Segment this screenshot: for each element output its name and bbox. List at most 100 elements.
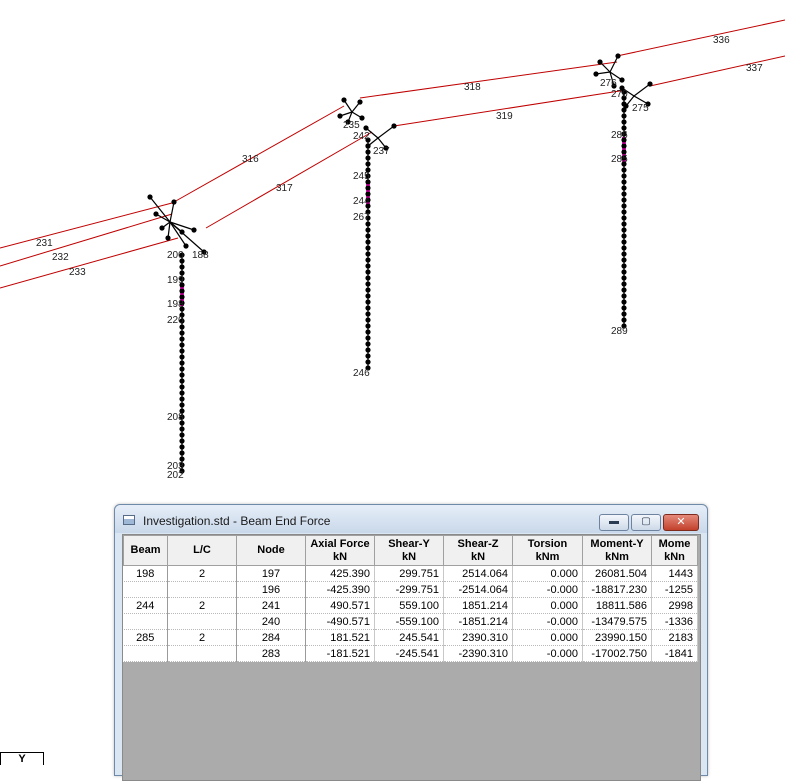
table-cell[interactable]: 2390.310 bbox=[443, 629, 513, 646]
node-dot[interactable] bbox=[365, 329, 371, 335]
table-cell[interactable]: 285 bbox=[123, 629, 168, 646]
table-cell[interactable]: -1255 bbox=[651, 581, 698, 598]
node-dot[interactable] bbox=[621, 233, 627, 239]
node-dot[interactable] bbox=[391, 123, 397, 129]
node-dot[interactable] bbox=[621, 203, 627, 209]
node-dot[interactable] bbox=[179, 360, 185, 366]
node-dot[interactable] bbox=[621, 317, 627, 323]
node-dot[interactable] bbox=[365, 257, 371, 263]
node-dot[interactable] bbox=[621, 299, 627, 305]
column-header[interactable]: L/C bbox=[167, 535, 237, 566]
node-dot[interactable] bbox=[621, 311, 627, 317]
member-lines[interactable] bbox=[0, 19, 785, 289]
node-dot[interactable] bbox=[179, 342, 185, 348]
node-dot[interactable] bbox=[147, 194, 153, 200]
table-cell[interactable]: 23990.150 bbox=[582, 629, 652, 646]
node-dot[interactable] bbox=[359, 115, 365, 121]
node-dot[interactable] bbox=[165, 235, 171, 241]
table-cell[interactable]: -13479.575 bbox=[582, 613, 652, 630]
table-cell[interactable]: 240 bbox=[236, 613, 306, 630]
node-dot[interactable] bbox=[341, 97, 347, 103]
node-dot[interactable] bbox=[365, 251, 371, 257]
node-dot[interactable] bbox=[365, 155, 371, 161]
table-row[interactable]: 198 2 197 425.390 299.751 2514.064 0.000 26081.… bbox=[123, 565, 698, 582]
table-cell[interactable]: 425.390 bbox=[305, 565, 375, 582]
node-dot[interactable] bbox=[179, 330, 185, 336]
node-dot[interactable] bbox=[365, 275, 371, 281]
node-dot[interactable] bbox=[621, 209, 627, 215]
node-dot[interactable] bbox=[183, 243, 189, 249]
table-cell[interactable]: -425.390 bbox=[305, 581, 375, 598]
node-dot[interactable] bbox=[621, 239, 627, 245]
node-dot[interactable] bbox=[621, 119, 627, 125]
table-cell[interactable]: 559.100 bbox=[374, 597, 444, 614]
node-dot[interactable] bbox=[179, 396, 185, 402]
tower-columns[interactable] bbox=[147, 53, 653, 474]
node-dot[interactable] bbox=[365, 293, 371, 299]
node-dot[interactable] bbox=[615, 53, 621, 59]
node-dot[interactable] bbox=[179, 264, 185, 270]
column-header[interactable]: Axial Force kN bbox=[305, 535, 375, 566]
node-dot[interactable] bbox=[365, 245, 371, 251]
node-dot[interactable] bbox=[365, 335, 371, 341]
node-dot[interactable] bbox=[365, 359, 371, 365]
node-dot[interactable] bbox=[179, 438, 185, 444]
node-dot[interactable] bbox=[365, 353, 371, 359]
node-dot[interactable] bbox=[365, 185, 371, 191]
column-header[interactable]: Node bbox=[236, 535, 306, 566]
table-cell[interactable]: 26081.504 bbox=[582, 565, 652, 582]
node-dot[interactable] bbox=[179, 384, 185, 390]
table-cell[interactable]: 198 bbox=[123, 565, 168, 582]
table-cell[interactable]: 245.541 bbox=[374, 629, 444, 646]
node-dot[interactable] bbox=[365, 323, 371, 329]
node-dot[interactable] bbox=[153, 211, 159, 217]
node-dot[interactable] bbox=[365, 341, 371, 347]
node-dot[interactable] bbox=[365, 263, 371, 269]
node-dot[interactable] bbox=[179, 402, 185, 408]
node-dot[interactable] bbox=[179, 348, 185, 354]
table-cell[interactable]: 18811.586 bbox=[582, 597, 652, 614]
node-dot[interactable] bbox=[621, 281, 627, 287]
table-cell[interactable] bbox=[123, 581, 168, 598]
bracing-line[interactable] bbox=[169, 221, 195, 231]
node-dot[interactable] bbox=[365, 305, 371, 311]
column-header[interactable]: Beam bbox=[123, 535, 168, 566]
node-dot[interactable] bbox=[621, 257, 627, 263]
node-dot[interactable] bbox=[621, 215, 627, 221]
bracing-line[interactable] bbox=[633, 83, 651, 97]
node-dot[interactable] bbox=[365, 311, 371, 317]
node-dot[interactable] bbox=[179, 426, 185, 432]
table-cell[interactable] bbox=[123, 645, 168, 662]
table-cell[interactable]: 244 bbox=[123, 597, 168, 614]
table-cell[interactable]: 284 bbox=[236, 629, 306, 646]
table-cell[interactable]: 0.000 bbox=[512, 597, 583, 614]
table-cell[interactable]: -299.751 bbox=[374, 581, 444, 598]
node-dot[interactable] bbox=[621, 269, 627, 275]
node-dot[interactable] bbox=[365, 149, 371, 155]
bracing-line[interactable] bbox=[609, 55, 619, 73]
table-cell[interactable]: 2183 bbox=[651, 629, 698, 646]
table-cell[interactable] bbox=[167, 613, 237, 630]
node-dot[interactable] bbox=[179, 378, 185, 384]
node-dot[interactable] bbox=[179, 432, 185, 438]
node-dot[interactable] bbox=[159, 225, 165, 231]
table-row[interactable]: 244 2 241 490.571 559.100 1851.214 0.000 18811.… bbox=[123, 597, 698, 614]
table-cell[interactable]: -2514.064 bbox=[443, 581, 513, 598]
close-button[interactable]: ✕ bbox=[663, 514, 699, 531]
node-dot[interactable] bbox=[621, 221, 627, 227]
node-dot[interactable] bbox=[621, 293, 627, 299]
table-cell[interactable]: 197 bbox=[236, 565, 306, 582]
table-cell[interactable] bbox=[167, 645, 237, 662]
table-row[interactable]: 283 -181.521 -245.541 -2390.310 -0.000 -17002… bbox=[123, 645, 698, 662]
table-cell[interactable]: 2 bbox=[167, 565, 237, 582]
table-cell[interactable]: 1851.214 bbox=[443, 597, 513, 614]
beam-end-force-window[interactable]: Investigation.std - Beam End Force ▬ ▢ ✕… bbox=[114, 504, 708, 781]
table-cell[interactable] bbox=[123, 613, 168, 630]
node-dot[interactable] bbox=[365, 227, 371, 233]
window-titlebar[interactable]: Investigation.std - Beam End Force ▬ ▢ ✕ bbox=[115, 505, 707, 533]
node-dot[interactable] bbox=[621, 227, 627, 233]
bracing-line[interactable] bbox=[377, 125, 395, 139]
node-dot[interactable] bbox=[365, 317, 371, 323]
node-dot[interactable] bbox=[621, 191, 627, 197]
node-dot[interactable] bbox=[621, 263, 627, 269]
